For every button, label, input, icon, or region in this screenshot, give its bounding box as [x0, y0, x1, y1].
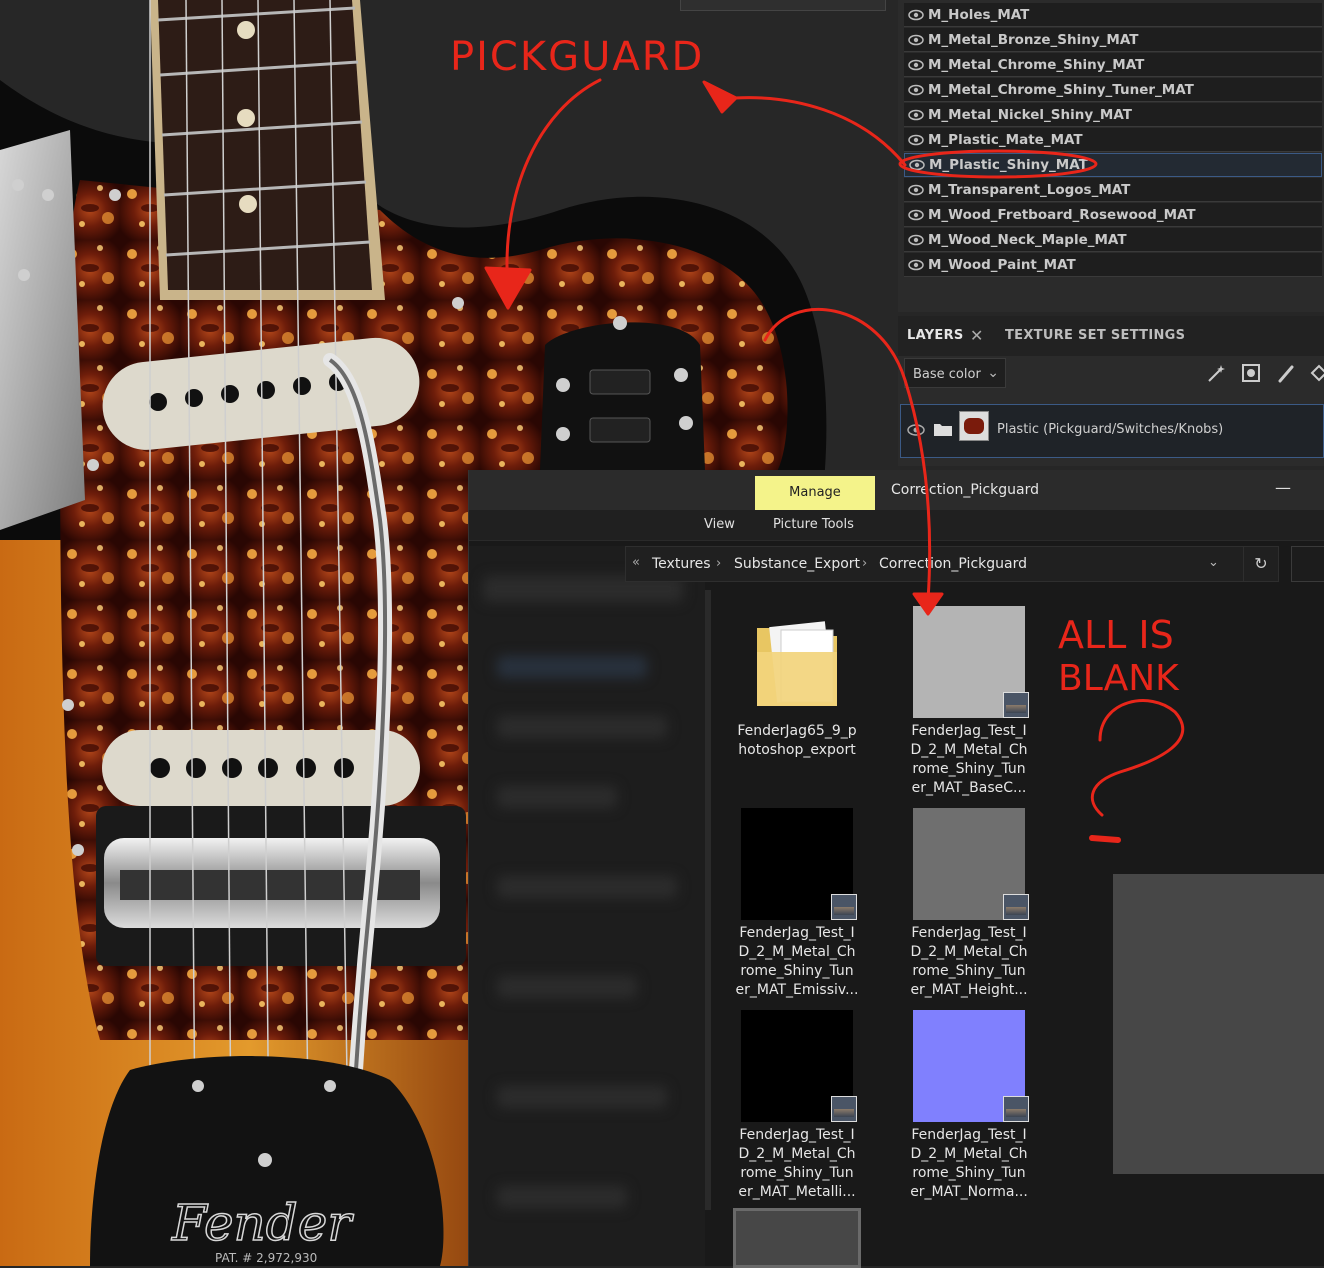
layer-row[interactable]: Plastic (Pickguard/Switches/Knobs): [900, 404, 1324, 458]
texture-set-label: M_Wood_Neck_Maple_MAT: [928, 231, 1127, 248]
preview-image: [1113, 874, 1324, 1174]
navigation-pane[interactable]: [469, 546, 705, 1266]
image-file-icon: [831, 894, 857, 920]
texture-set-label: M_Metal_Chrome_Shiny_Tuner_MAT: [928, 81, 1194, 98]
breadcrumb-overflow-icon[interactable]: «: [632, 555, 640, 570]
texture-set-row[interactable]: M_Metal_Bronze_Shiny_MAT: [904, 28, 1322, 52]
file-name: FenderJag_Test_I D_2_M_Metal_Ch rome_Shi…: [910, 925, 1028, 998]
chevron-down-icon[interactable]: ⌄: [1208, 555, 1219, 570]
file-name: FenderJag_Test_I D_2_M_Metal_Ch rome_Shi…: [738, 1127, 856, 1200]
minimize-button[interactable]: —: [1275, 478, 1291, 497]
texture-set-row[interactable]: M_Transparent_Logos_MAT: [904, 178, 1322, 202]
texture-set-row[interactable]: M_Holes_MAT: [904, 3, 1322, 27]
eye-icon[interactable]: [908, 84, 924, 96]
layers-tab-bar: LAYERS ✕ TEXTURE SET SETTINGS: [898, 316, 1324, 356]
file-name: FenderJag65_9_p hotoshop_export: [737, 723, 857, 758]
tab-layers[interactable]: LAYERS: [907, 328, 964, 343]
channel-select-value: Base color: [913, 367, 981, 382]
texture-set-label: M_Metal_Chrome_Shiny_MAT: [928, 56, 1145, 73]
preview-pane: [1093, 590, 1324, 1266]
image-file-icon: [1003, 894, 1029, 920]
ribbon: View Picture Tools: [469, 510, 1324, 541]
magic-wand-icon[interactable]: [1206, 362, 1228, 384]
layer-name: Plastic (Pickguard/Switches/Knobs): [997, 422, 1224, 437]
image-thumbnail: [733, 1208, 861, 1268]
ribbon-picture-tools[interactable]: Picture Tools: [773, 517, 854, 532]
channel-select[interactable]: Base color ⌄: [904, 358, 1006, 388]
texture-set-row[interactable]: M_Plastic_Shiny_MAT: [904, 153, 1322, 177]
folder-icon: [934, 424, 952, 436]
texture-set-row[interactable]: M_Metal_Chrome_Shiny_MAT: [904, 53, 1322, 77]
chevron-down-icon: ⌄: [987, 365, 999, 381]
texture-set-row[interactable]: M_Metal_Nickel_Shiny_MAT: [904, 103, 1322, 127]
close-icon[interactable]: ✕: [970, 326, 983, 345]
paint-brush-icon[interactable]: [1276, 362, 1298, 384]
breadcrumb-substance-export[interactable]: Substance_Export: [734, 556, 860, 572]
eye-icon[interactable]: [908, 134, 924, 146]
eye-icon[interactable]: [908, 209, 924, 221]
texture-set-row[interactable]: M_Plastic_Mate_MAT: [904, 128, 1322, 152]
file-name: FenderJag_Test_I D_2_M_Metal_Ch rome_Shi…: [910, 1127, 1028, 1200]
texture-set-label: M_Wood_Paint_MAT: [928, 256, 1076, 273]
file-name: FenderJag_Test_I D_2_M_Metal_Ch rome_Shi…: [910, 723, 1028, 796]
image-file-icon: [1003, 1096, 1029, 1122]
eye-icon[interactable]: [908, 259, 924, 271]
tab-texture-set-settings[interactable]: TEXTURE SET SETTINGS: [1005, 328, 1185, 343]
patent-text: PAT. # 2,972,930: [215, 1251, 317, 1265]
nav-scrollbar[interactable]: [705, 590, 711, 1210]
texture-set-label: M_Transparent_Logos_MAT: [928, 181, 1131, 198]
eye-icon[interactable]: [907, 423, 925, 437]
texture-set-row[interactable]: M_Metal_Chrome_Shiny_Tuner_MAT: [904, 78, 1322, 102]
eye-icon[interactable]: [908, 59, 924, 71]
folder-icon: [757, 621, 837, 706]
texture-set-row[interactable]: M_Wood_Paint_MAT: [904, 253, 1322, 277]
file-explorer-window: Manage Correction_Pickguard — View Pictu…: [468, 470, 1324, 1268]
file-name: FenderJag_Test_I D_2_M_Metal_Ch rome_Shi…: [735, 925, 859, 998]
eye-icon[interactable]: [908, 109, 924, 121]
refresh-button[interactable]: ↻: [1243, 546, 1279, 582]
ribbon-view[interactable]: View: [704, 517, 735, 532]
texture-set-label: M_Holes_MAT: [928, 6, 1030, 23]
breadcrumb-correction-pickguard[interactable]: Correction_Pickguard: [879, 556, 1027, 572]
texture-set-row[interactable]: M_Wood_Fretboard_Rosewood_MAT: [904, 203, 1322, 227]
eye-icon[interactable]: [908, 34, 924, 46]
layer-thumbnail: [959, 411, 989, 441]
chevron-right-icon: ›: [862, 556, 868, 571]
texture-set-label: M_Metal_Nickel_Shiny_MAT: [928, 106, 1132, 123]
material-field[interactable]: [680, 0, 886, 11]
chevron-right-icon: ›: [716, 556, 722, 571]
file-grid: FenderJag65_9_p hotoshop_export FenderJa…: [713, 590, 1093, 1268]
texture-set-row[interactable]: M_Wood_Neck_Maple_MAT: [904, 228, 1322, 252]
image-file-icon: [831, 1096, 857, 1122]
texture-set-label: M_Plastic_Mate_MAT: [928, 131, 1083, 148]
image-file-icon: [1003, 692, 1029, 718]
texture-set-label: M_Plastic_Shiny_MAT: [929, 157, 1088, 173]
texture-set-label: M_Metal_Bronze_Shiny_MAT: [928, 31, 1139, 48]
layers-panel: LAYERS ✕ TEXTURE SET SETTINGS Base color…: [898, 316, 1324, 466]
title-bar: Manage Correction_Pickguard —: [469, 470, 1324, 510]
file-item-partial[interactable]: [709, 1208, 869, 1268]
eye-icon[interactable]: [908, 184, 924, 196]
texture-set-label: M_Wood_Fretboard_Rosewood_MAT: [928, 206, 1196, 223]
breadcrumb-textures[interactable]: Textures: [652, 556, 711, 572]
eye-icon[interactable]: [909, 159, 925, 171]
texture-set-list: M_Holes_MAT M_Metal_Bronze_Shiny_MAT M_Met…: [898, 0, 1324, 312]
search-input[interactable]: [1291, 546, 1324, 582]
window-title: Correction_Pickguard: [891, 482, 1039, 498]
fender-logo: Fender: [171, 1194, 354, 1252]
fill-icon[interactable]: [1308, 362, 1324, 384]
eye-icon[interactable]: [908, 234, 924, 246]
add-mask-icon[interactable]: [1240, 362, 1262, 384]
tab-manage[interactable]: Manage: [755, 476, 875, 510]
address-bar[interactable]: « Textures › Substance_Export › Correcti…: [625, 546, 1275, 582]
eye-icon[interactable]: [908, 9, 924, 21]
